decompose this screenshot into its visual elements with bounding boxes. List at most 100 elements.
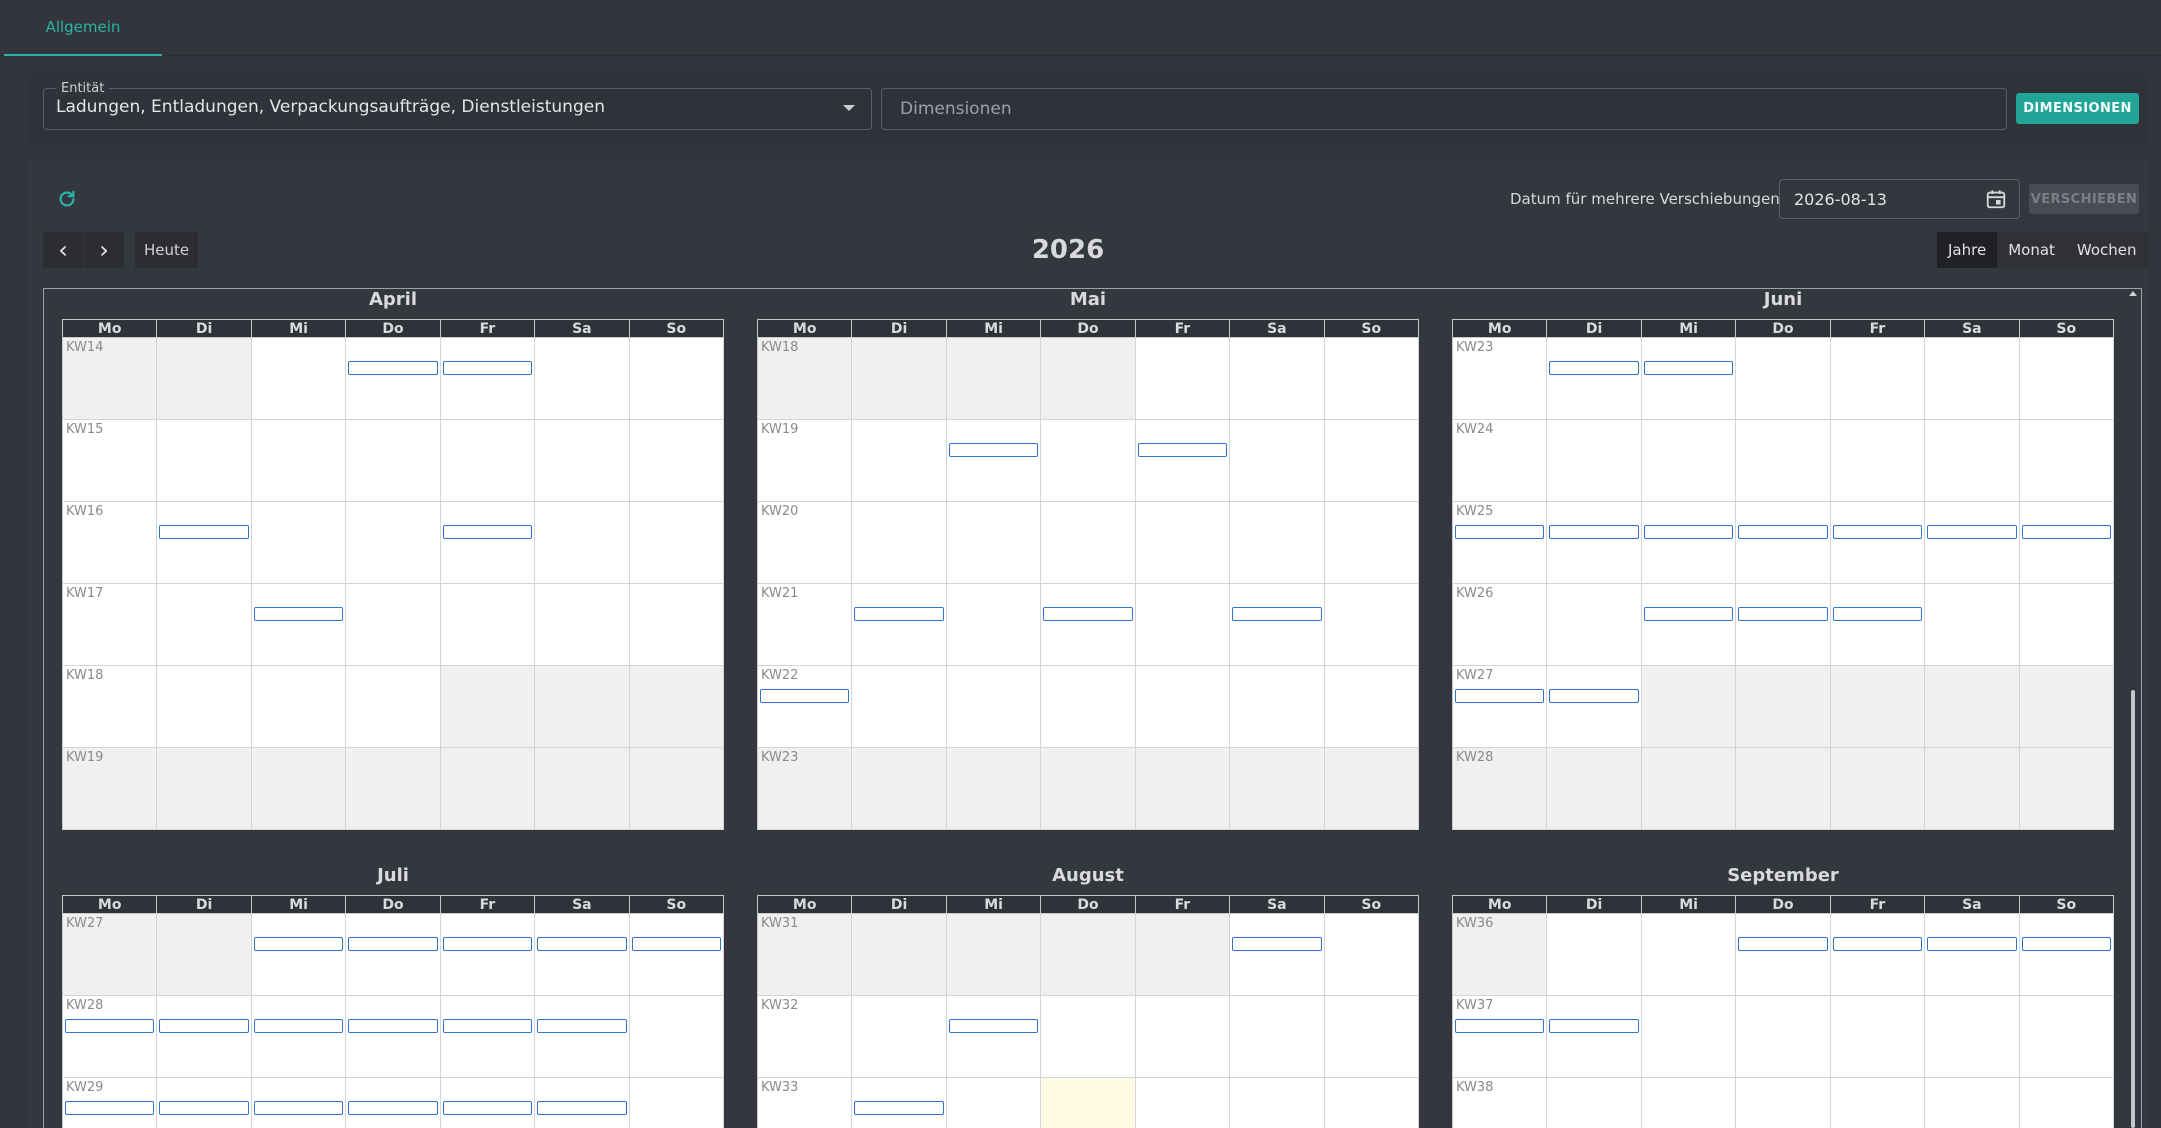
- day-cell[interactable]: [852, 666, 947, 748]
- day-cell[interactable]: [1324, 1078, 1419, 1128]
- day-cell[interactable]: [629, 748, 724, 830]
- view-weeks-button[interactable]: Wochen: [2066, 232, 2148, 268]
- event-chip[interactable]: [854, 607, 944, 621]
- day-cell[interactable]: [2019, 748, 2114, 830]
- day-cell[interactable]: [1736, 584, 1831, 666]
- day-cell[interactable]: KW37: [1453, 996, 1548, 1078]
- day-cell[interactable]: KW19: [758, 420, 853, 502]
- day-cell[interactable]: KW21: [758, 584, 853, 666]
- event-chip[interactable]: [442, 1101, 533, 1115]
- day-cell[interactable]: [440, 666, 536, 748]
- day-cell[interactable]: [1925, 584, 2020, 666]
- day-cell[interactable]: [346, 502, 441, 584]
- day-cell[interactable]: [1135, 914, 1231, 996]
- day-cell[interactable]: [1925, 748, 2020, 830]
- day-cell[interactable]: [946, 338, 1042, 420]
- day-cell[interactable]: [1925, 914, 2020, 996]
- day-cell[interactable]: [346, 420, 441, 502]
- day-cell[interactable]: [1641, 1078, 1737, 1128]
- day-cell[interactable]: [1041, 914, 1136, 996]
- day-cell[interactable]: [1230, 338, 1325, 420]
- day-cell[interactable]: [346, 1078, 441, 1128]
- event-chip[interactable]: [1455, 689, 1545, 703]
- day-cell[interactable]: [440, 748, 536, 830]
- day-cell[interactable]: [1135, 1078, 1231, 1128]
- day-cell[interactable]: [1830, 914, 1926, 996]
- day-cell[interactable]: [852, 584, 947, 666]
- dimensions-button[interactable]: DIMENSIONEN: [2016, 93, 2139, 124]
- day-cell[interactable]: [346, 914, 441, 996]
- day-cell[interactable]: [1041, 748, 1136, 830]
- event-chip[interactable]: [65, 1101, 155, 1115]
- day-cell[interactable]: [629, 502, 724, 584]
- day-cell[interactable]: [629, 1078, 724, 1128]
- day-cell[interactable]: [157, 420, 252, 502]
- day-cell[interactable]: KW18: [758, 338, 853, 420]
- event-chip[interactable]: [1549, 1019, 1639, 1033]
- event-chip[interactable]: [1549, 361, 1639, 375]
- event-chip[interactable]: [760, 689, 850, 703]
- day-cell[interactable]: KW28: [1453, 748, 1548, 830]
- event-chip[interactable]: [1927, 525, 2017, 539]
- day-cell[interactable]: KW16: [63, 502, 158, 584]
- day-cell[interactable]: KW23: [1453, 338, 1548, 420]
- day-cell[interactable]: [1830, 502, 1926, 584]
- day-cell[interactable]: [1230, 584, 1325, 666]
- day-cell[interactable]: [1547, 1078, 1642, 1128]
- day-cell[interactable]: [1324, 502, 1419, 584]
- day-cell[interactable]: [1830, 420, 1926, 502]
- event-chip[interactable]: [1738, 525, 1828, 539]
- event-chip[interactable]: [1643, 361, 1734, 375]
- scrollbar-thumb[interactable]: [2131, 690, 2135, 1128]
- day-cell[interactable]: [1324, 420, 1419, 502]
- event-chip[interactable]: [1043, 607, 1133, 621]
- day-cell[interactable]: [346, 666, 441, 748]
- event-chip[interactable]: [537, 1019, 627, 1033]
- event-chip[interactable]: [159, 1101, 249, 1115]
- day-cell[interactable]: [1641, 996, 1737, 1078]
- day-cell[interactable]: [852, 1078, 947, 1128]
- day-cell[interactable]: [1230, 1078, 1325, 1128]
- day-cell[interactable]: KW31: [758, 914, 853, 996]
- day-cell[interactable]: [629, 420, 724, 502]
- event-chip[interactable]: [442, 525, 533, 539]
- event-chip[interactable]: [159, 1019, 249, 1033]
- day-cell[interactable]: [1736, 1078, 1831, 1128]
- event-chip[interactable]: [1549, 525, 1639, 539]
- day-cell[interactable]: KW18: [63, 666, 158, 748]
- event-chip[interactable]: [442, 937, 533, 951]
- day-cell[interactable]: [1547, 914, 1642, 996]
- event-chip[interactable]: [1832, 525, 1923, 539]
- event-chip[interactable]: [348, 937, 438, 951]
- day-cell[interactable]: [2019, 584, 2114, 666]
- day-cell[interactable]: [852, 996, 947, 1078]
- day-cell[interactable]: [1641, 502, 1737, 584]
- day-cell[interactable]: [1925, 1078, 2020, 1128]
- day-cell[interactable]: [346, 996, 441, 1078]
- day-cell[interactable]: [1736, 420, 1831, 502]
- day-cell[interactable]: [440, 584, 536, 666]
- day-cell[interactable]: [1324, 914, 1419, 996]
- event-chip[interactable]: [253, 1101, 344, 1115]
- day-cell[interactable]: [1324, 996, 1419, 1078]
- today-button[interactable]: Heute: [135, 232, 198, 268]
- day-cell[interactable]: KW23: [758, 748, 853, 830]
- day-cell[interactable]: [852, 420, 947, 502]
- day-cell-today[interactable]: [1041, 1078, 1136, 1128]
- event-chip[interactable]: [1455, 525, 1545, 539]
- event-chip[interactable]: [253, 607, 344, 621]
- event-chip[interactable]: [442, 361, 533, 375]
- day-cell[interactable]: [535, 502, 630, 584]
- event-chip[interactable]: [348, 1101, 438, 1115]
- event-chip[interactable]: [1549, 689, 1639, 703]
- day-cell[interactable]: [1547, 996, 1642, 1078]
- event-chip[interactable]: [1232, 937, 1322, 951]
- day-cell[interactable]: [157, 502, 252, 584]
- calendar-icon[interactable]: [1985, 188, 2007, 210]
- day-cell[interactable]: KW14: [63, 338, 158, 420]
- tab-allgemein[interactable]: Allgemein: [4, 0, 162, 56]
- day-cell[interactable]: [1230, 420, 1325, 502]
- day-cell[interactable]: [1547, 584, 1642, 666]
- date-shift-input[interactable]: 2026-08-13: [1779, 179, 2020, 219]
- day-cell[interactable]: [535, 666, 630, 748]
